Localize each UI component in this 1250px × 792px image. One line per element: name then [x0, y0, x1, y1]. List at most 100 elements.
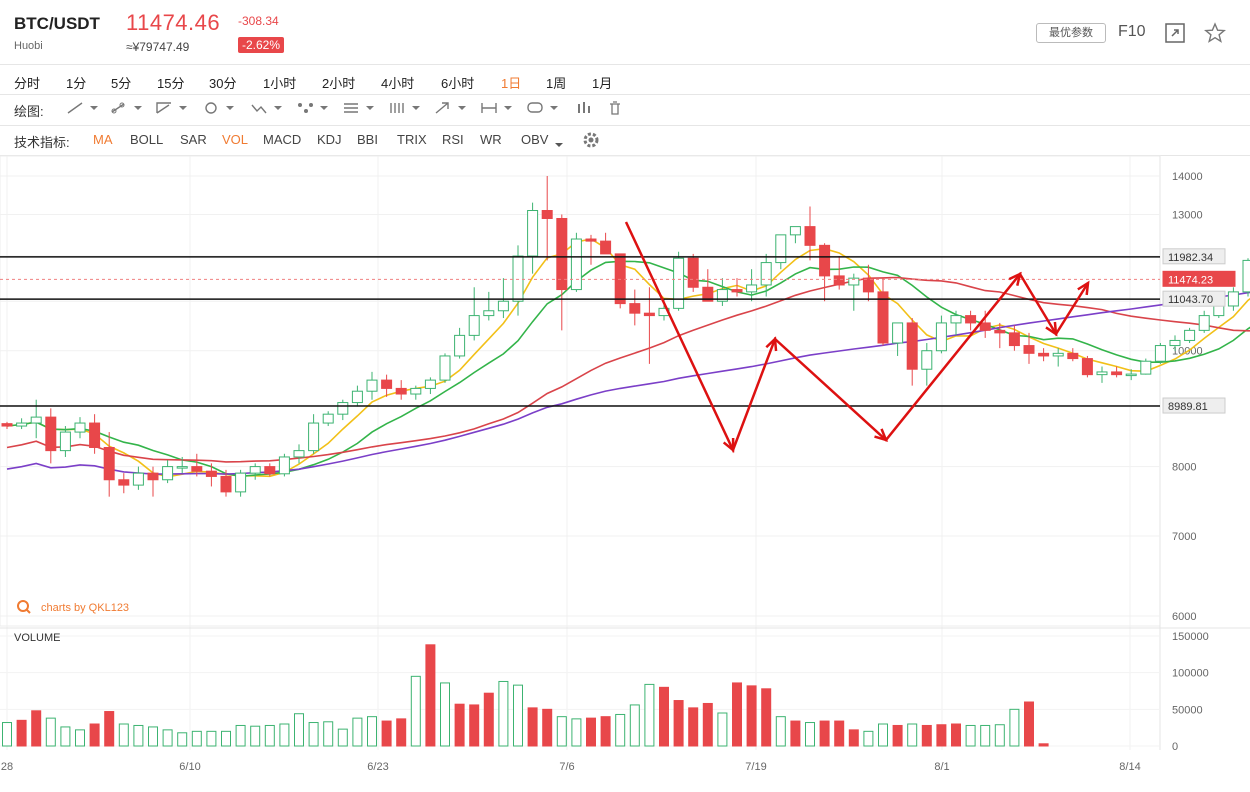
volume-bar: [571, 718, 582, 747]
price-chart[interactable]: 14000130001000080007000600028 6/10 6/23 7/6…: [0, 0, 1250, 792]
volume-bar: [323, 721, 334, 747]
volume-bar: [878, 723, 888, 747]
volume-bar: [936, 724, 947, 747]
candle-body: [1111, 371, 1123, 376]
candle-body: [629, 303, 641, 314]
candle-body: [454, 334, 466, 357]
candle-body: [512, 255, 524, 302]
candle-body: [585, 238, 597, 242]
candle-body: [322, 413, 334, 424]
volume-bar: [31, 710, 42, 747]
volume-bar: [848, 729, 859, 747]
volume-bar: [775, 716, 786, 747]
volume-bar: [235, 724, 246, 747]
candle-body: [235, 472, 247, 493]
volume-bar: [148, 726, 158, 747]
candle-body: [833, 275, 845, 286]
volume-bar: [702, 702, 713, 747]
candle-body: [1198, 315, 1210, 331]
candle-body: [132, 472, 144, 486]
level-label: 11982.34: [1168, 252, 1213, 264]
volume-bar: [60, 726, 71, 747]
ma30-line: [6, 276, 1250, 463]
volume-tick-label: 150000: [1172, 631, 1209, 643]
volume-bar: [921, 724, 932, 747]
volume-bar: [863, 730, 874, 747]
volume-bar: [542, 708, 553, 747]
volume-bar: [308, 722, 319, 747]
candle-body: [264, 466, 276, 475]
volume-bar: [600, 716, 611, 747]
candle-body: [147, 472, 159, 481]
volume-bar: [410, 675, 421, 747]
volume-bar: [629, 704, 640, 747]
volume-bar: [673, 700, 684, 747]
candle-body: [1227, 291, 1239, 307]
candle-body: [760, 262, 772, 286]
volume-tick-label: 0: [1172, 741, 1178, 753]
volume-bar: [644, 683, 655, 747]
candle-body: [249, 466, 261, 474]
candle-body: [191, 466, 203, 472]
candle-body: [804, 226, 816, 246]
volume-bar: [907, 723, 918, 747]
candle-body: [746, 284, 758, 293]
x-tick-label: 7/19: [745, 761, 766, 773]
candle-body: [176, 466, 188, 469]
x-tick-label: 8/14: [1119, 761, 1140, 773]
candle-body: [775, 234, 787, 264]
volume-bar: [965, 724, 976, 747]
candle-body: [1023, 345, 1035, 354]
candle-body: [789, 226, 801, 236]
plot-frame: [0, 155, 1161, 627]
candle-body: [892, 322, 904, 344]
volume-bar: [454, 703, 465, 747]
volume-tick-label: 50000: [1172, 704, 1203, 716]
volume-bar: [586, 717, 596, 747]
candle-body: [731, 289, 743, 293]
candle-body: [673, 257, 685, 309]
volume-bar: [221, 730, 231, 747]
volume-bar: [177, 732, 188, 747]
candle-body: [366, 379, 378, 392]
candle-body: [614, 253, 626, 305]
volume-bar: [2, 722, 12, 747]
candle-body: [965, 315, 977, 324]
volume-bar: [381, 720, 392, 747]
x-tick-label: 28: [1, 761, 13, 773]
candle-body: [906, 322, 918, 370]
candle-body: [220, 475, 232, 493]
volume-bar: [980, 724, 991, 747]
volume-bar: [264, 724, 275, 747]
volume-bar: [425, 644, 436, 747]
candle-body: [410, 387, 422, 395]
watermark-text: charts by QKL123: [41, 602, 129, 614]
candle-body: [600, 240, 612, 255]
candle-body: [1169, 339, 1181, 347]
volume-bar: [367, 716, 377, 747]
candle-body: [30, 416, 42, 424]
volume-bar: [892, 724, 903, 747]
volume-bar: [133, 724, 144, 747]
candle-body: [527, 210, 539, 257]
volume-tick-label: 100000: [1172, 668, 1209, 680]
volume-bar: [1038, 743, 1049, 747]
candle-body: [439, 355, 451, 381]
volume-bar: [483, 692, 494, 747]
volume-bar: [805, 722, 815, 747]
volume-bar: [819, 720, 830, 747]
volume-bar: [790, 720, 801, 747]
level-label: 11043.70: [1168, 294, 1213, 306]
candle-body: [308, 422, 320, 452]
candle-body: [570, 238, 582, 291]
volume-bar: [206, 730, 217, 747]
candle-body: [979, 322, 991, 331]
candle-body: [118, 479, 130, 486]
candle-body: [293, 450, 305, 458]
volume-bar: [45, 717, 56, 747]
price-tick-label: 6000: [1172, 611, 1196, 623]
volume-bar: [250, 725, 261, 747]
candle-body: [921, 350, 933, 370]
volume-bar: [1024, 701, 1034, 747]
candle-body: [1154, 345, 1166, 362]
